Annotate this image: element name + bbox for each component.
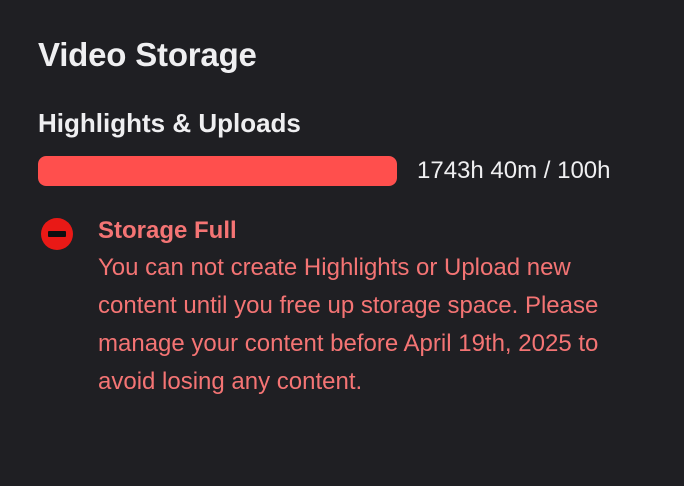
- video-storage-panel: Video Storage Highlights & Uploads 1743h…: [0, 0, 684, 486]
- page-title: Video Storage: [38, 36, 257, 73]
- storage-progress-fill: [38, 156, 397, 186]
- alert-message: You can not create Highlights or Upload …: [98, 254, 599, 395]
- alert-title: Storage Full: [98, 217, 237, 244]
- minus-circle-icon: [40, 217, 74, 251]
- storage-usage-text: 1743h 40m / 100h: [417, 157, 611, 184]
- storage-progress-bar: [38, 156, 397, 186]
- alert-body: Storage Full You can not create Highligh…: [98, 216, 628, 401]
- section-heading: Highlights & Uploads: [38, 108, 301, 138]
- storage-usage-row: 1743h 40m / 100h: [38, 156, 646, 186]
- storage-full-alert: Storage Full You can not create Highligh…: [38, 216, 646, 401]
